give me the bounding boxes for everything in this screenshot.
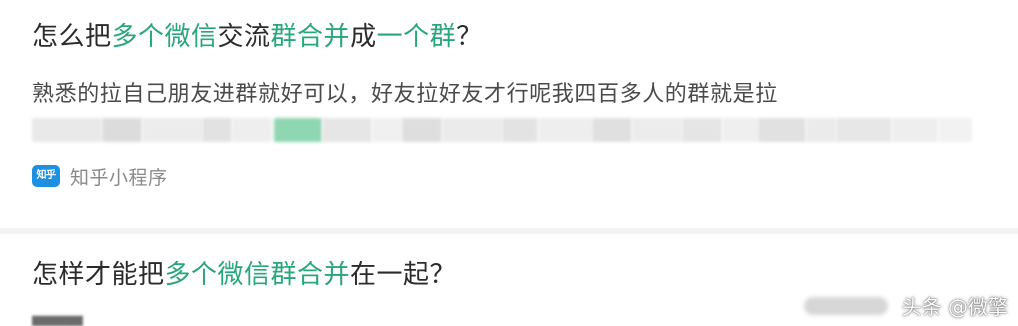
result-title[interactable]: 怎样才能把多个微信群合并在一起？ [32,256,1000,294]
title-text: ？ [456,22,483,52]
source-name: 知乎小程序 [70,166,168,189]
blurred-watermark-badge [803,296,888,315]
title-text: 成 [350,22,377,52]
watermark-text: 头条 @微擎 [901,295,1008,319]
search-result-card[interactable]: 怎么把多个微信交流群合并成一个群？ 熟悉的拉自己朋友进群就好可以，好友拉好友才行… [32,18,1000,189]
title-highlight: 一个群 [376,22,457,52]
zhihu-logo-icon: 知乎 [32,165,60,187]
watermark: 头条 @微擎 [803,291,1008,320]
cutoff-snippet-text: ▇▇▇ [32,312,112,326]
title-text: 怎样才能把 [32,260,165,290]
blurred-snippet-line [32,118,972,142]
title-text: 交流 [217,22,271,52]
title-highlight: 群合并 [270,22,351,52]
result-title[interactable]: 怎么把多个微信交流群合并成一个群？ [32,18,1000,56]
search-result-card[interactable]: 怎样才能把多个微信群合并在一起？ [32,256,1000,294]
title-text: 怎么把 [32,22,112,52]
title-text: 在一起？ [350,260,457,290]
search-results-page: 怎么把多个微信交流群合并成一个群？ 熟悉的拉自己朋友进群就好可以，好友拉好友才行… [0,0,1018,326]
result-snippet: 熟悉的拉自己朋友进群就好可以，好友拉好友才行呢我四百多人的群就是拉 [32,82,778,107]
result-source[interactable]: 知乎 知乎小程序 [32,164,1000,189]
title-highlight: 多个微信群合并 [164,260,351,290]
title-highlight: 多个微信 [111,22,218,52]
result-divider [0,228,1018,234]
